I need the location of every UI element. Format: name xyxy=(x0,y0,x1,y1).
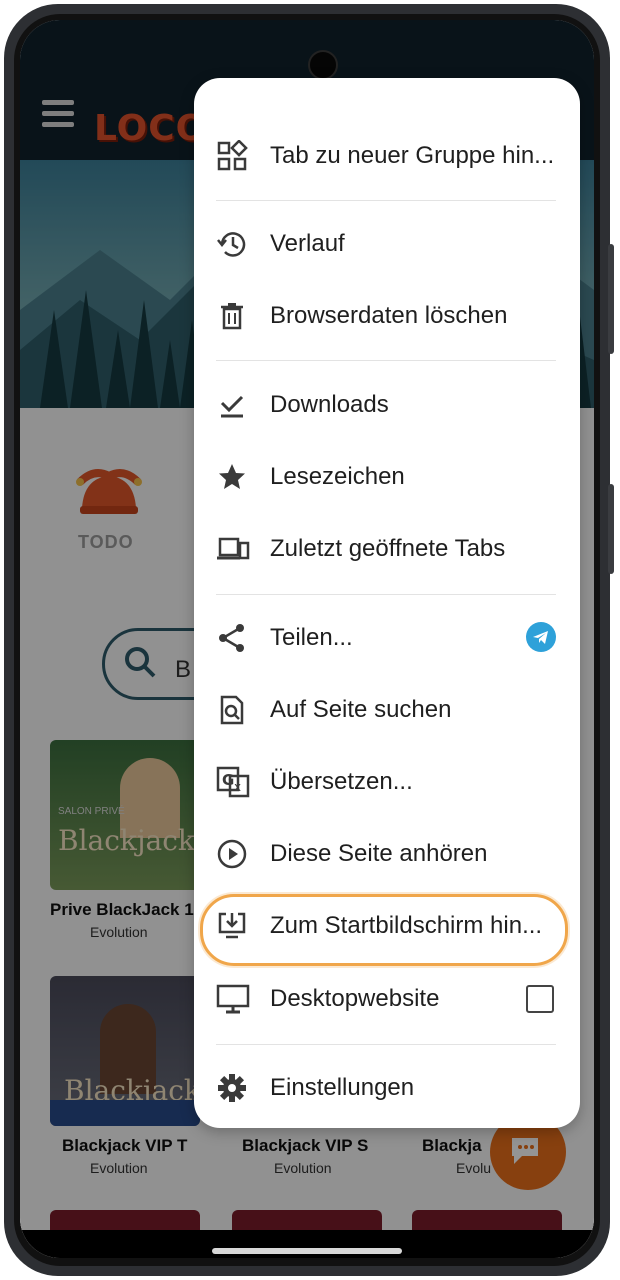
find-in-page-icon xyxy=(216,694,248,726)
browser-overflow-menu: Tab zu neuer Gruppe hin... Verlauf Brows… xyxy=(194,78,580,1128)
translate-icon: Gx xyxy=(216,766,250,798)
menu-item-recent-tabs[interactable]: Zuletzt geöffnete Tabs xyxy=(194,519,580,579)
screen: LOCO TODO B SALON PRIVÉ Blackjack Prive … xyxy=(20,20,594,1258)
menu-item-add-tab-to-group[interactable]: Tab zu neuer Gruppe hin... xyxy=(194,126,580,186)
menu-divider xyxy=(216,1044,556,1045)
settings-icon xyxy=(216,1072,248,1104)
menu-divider xyxy=(216,200,556,201)
menu-item-desktop-site[interactable]: Desktopwebsite xyxy=(194,969,580,1029)
menu-item-downloads[interactable]: Downloads xyxy=(194,375,580,435)
telegram-icon[interactable] xyxy=(526,622,556,652)
menu-item-find-in-page[interactable]: Auf Seite suchen xyxy=(194,680,580,740)
phone-frame: LOCO TODO B SALON PRIVÉ Blackjack Prive … xyxy=(4,4,614,1276)
menu-item-listen-page[interactable]: Diese Seite anhören xyxy=(194,824,580,884)
download-check-icon xyxy=(216,389,248,421)
phone-bezel: LOCO TODO B SALON PRIVÉ Blackjack Prive … xyxy=(14,14,600,1266)
svg-text:x: x xyxy=(234,780,241,794)
add-to-home-icon xyxy=(216,910,248,942)
devices-icon xyxy=(216,533,250,565)
share-icon xyxy=(216,622,248,654)
menu-divider xyxy=(216,594,556,595)
star-icon xyxy=(216,461,248,493)
menu-item-bookmarks[interactable]: Lesezeichen xyxy=(194,447,580,507)
menu-item-history[interactable]: Verlauf xyxy=(194,214,580,274)
play-circle-icon xyxy=(216,838,248,870)
history-icon xyxy=(216,228,248,260)
svg-text:G: G xyxy=(222,771,234,789)
desktop-site-checkbox[interactable] xyxy=(526,985,554,1013)
home-gesture-pill[interactable] xyxy=(212,1248,402,1254)
menu-item-clear-browsing-data[interactable]: Browserdaten löschen xyxy=(194,286,580,346)
trash-icon xyxy=(216,300,248,332)
menu-item-translate[interactable]: Gx Übersetzen... xyxy=(194,752,580,812)
desktop-icon xyxy=(216,983,250,1015)
add-to-group-icon xyxy=(216,139,248,172)
front-camera xyxy=(308,50,338,80)
menu-item-settings[interactable]: Einstellungen xyxy=(194,1058,580,1118)
menu-item-add-to-home-screen[interactable]: Zum Startbildschirm hin... xyxy=(194,896,580,956)
menu-item-share[interactable]: Teilen... xyxy=(194,608,580,668)
menu-divider xyxy=(216,360,556,361)
